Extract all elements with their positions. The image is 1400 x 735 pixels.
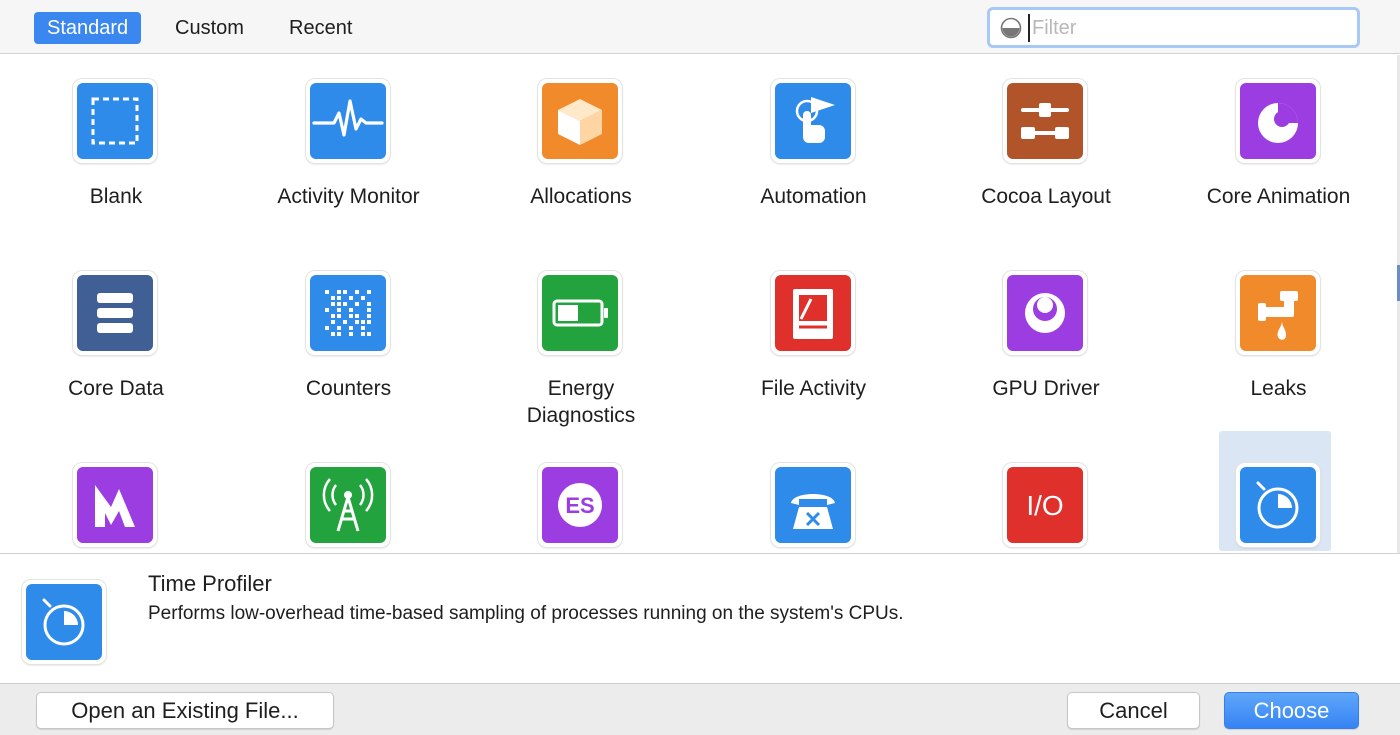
- core-data-icon: [77, 275, 153, 351]
- template-label: Core Animation: [1206, 185, 1351, 208]
- template-icon-frame: [73, 463, 157, 547]
- activity-monitor-icon: [309, 83, 386, 159]
- template-chooser-window: Standard Custom Recent Blank Activity Mon…: [0, 0, 1400, 735]
- template-label: Activity Monitor: [277, 185, 420, 208]
- template-icon-frame: [305, 79, 390, 163]
- template-tile[interactable]: Leaks: [1163, 247, 1395, 437]
- filter-field[interactable]: [987, 7, 1360, 48]
- blank-icon: [77, 83, 153, 159]
- template-tile[interactable]: [0, 439, 232, 553]
- template-label: Energy Diagnostics: [526, 377, 636, 427]
- template-icon-frame: [1235, 79, 1320, 163]
- core-animation-icon: [1239, 83, 1316, 159]
- template-icon-frame: [770, 463, 855, 547]
- detail-icon-frame: [22, 580, 106, 664]
- template-tile[interactable]: ES: [465, 439, 697, 553]
- template-icon-frame: [770, 271, 855, 355]
- template-tile[interactable]: Core Data: [0, 247, 232, 437]
- template-tile[interactable]: Cocoa Layout: [930, 55, 1162, 245]
- footer-bar: Open an Existing File... Cancel Choose: [0, 683, 1400, 735]
- template-tile[interactable]: Energy Diagnostics: [465, 247, 697, 437]
- template-icon-frame: [73, 79, 157, 163]
- detail-title: Time Profiler: [148, 571, 272, 596]
- template-icon-frame: [1003, 79, 1087, 163]
- file-activity-icon: [774, 275, 851, 351]
- template-label: File Activity: [760, 377, 867, 400]
- svg-text:I/O: I/O: [1026, 490, 1063, 521]
- template-icon-frame: [538, 79, 622, 163]
- metal-system-trace-icon: [77, 467, 153, 543]
- svg-text:ES: ES: [565, 493, 594, 518]
- tab-standard[interactable]: Standard: [34, 12, 142, 44]
- open-existing-file-button[interactable]: Open an Existing File...: [36, 692, 334, 729]
- system-trace-icon: [774, 467, 851, 543]
- template-tile[interactable]: File Activity: [698, 247, 930, 437]
- template-icon-frame: [305, 463, 390, 547]
- network-icon: [309, 467, 386, 543]
- leaks-icon: [1239, 275, 1316, 351]
- template-tile[interactable]: I/O: [930, 439, 1162, 553]
- template-label: Counters: [305, 377, 392, 400]
- template-label: Core Data: [68, 377, 164, 400]
- template-label: Cocoa Layout: [981, 185, 1111, 208]
- allocations-icon: [542, 83, 618, 159]
- template-tile[interactable]: Counters: [233, 247, 465, 437]
- template-icon-frame: [73, 271, 157, 355]
- opengl-es-analysis-icon: ES: [542, 467, 618, 543]
- filter-icon: [1000, 17, 1022, 39]
- tab-recent[interactable]: Recent: [276, 12, 365, 44]
- template-label: Allocations: [530, 185, 632, 208]
- template-tile[interactable]: Blank: [0, 55, 232, 245]
- template-icon-frame: [770, 79, 855, 163]
- template-icon-frame: [305, 271, 390, 355]
- filter-input[interactable]: [1028, 14, 1348, 42]
- energy-diagnostics-icon: [542, 275, 618, 351]
- toolbar: Standard Custom Recent: [0, 0, 1400, 54]
- counters-icon: [309, 275, 386, 351]
- template-icon-frame: [1235, 463, 1320, 547]
- template-label: Blank: [89, 185, 143, 208]
- template-icon-frame: [1235, 271, 1320, 355]
- detail-description: Performs low-overhead time-based samplin…: [148, 603, 904, 624]
- template-detail-panel: Time Profiler Performs low-overhead time…: [0, 553, 1400, 683]
- template-label: Automation: [760, 185, 867, 208]
- cancel-button[interactable]: Cancel: [1067, 692, 1200, 729]
- template-tile[interactable]: [1163, 431, 1395, 553]
- template-tile[interactable]: Automation: [698, 55, 930, 245]
- template-tile[interactable]: [233, 439, 465, 553]
- template-label: Leaks: [1250, 377, 1307, 400]
- time-profiler-icon: [26, 584, 102, 660]
- template-label: GPU Driver: [992, 377, 1100, 400]
- template-icon-frame: I/O: [1003, 463, 1087, 547]
- template-grid: Blank Activity Monitor Allocations Automati…: [0, 55, 1397, 553]
- time-profiler-icon: [1239, 467, 1316, 543]
- template-tile[interactable]: GPU Driver: [930, 247, 1162, 437]
- system-usage-icon: I/O: [1007, 467, 1083, 543]
- template-icon-frame: ES: [538, 463, 622, 547]
- tab-custom[interactable]: Custom: [162, 12, 257, 44]
- cocoa-layout-icon: [1007, 83, 1083, 159]
- template-tile[interactable]: Allocations: [465, 55, 697, 245]
- template-tile[interactable]: Core Animation: [1163, 55, 1395, 245]
- template-icon-frame: [1003, 271, 1087, 355]
- automation-icon: [774, 83, 851, 159]
- gpu-driver-icon: [1007, 275, 1083, 351]
- choose-button[interactable]: Choose: [1224, 692, 1359, 729]
- template-icon-frame: [538, 271, 622, 355]
- template-tile[interactable]: Activity Monitor: [233, 55, 465, 245]
- template-tile[interactable]: [698, 439, 930, 553]
